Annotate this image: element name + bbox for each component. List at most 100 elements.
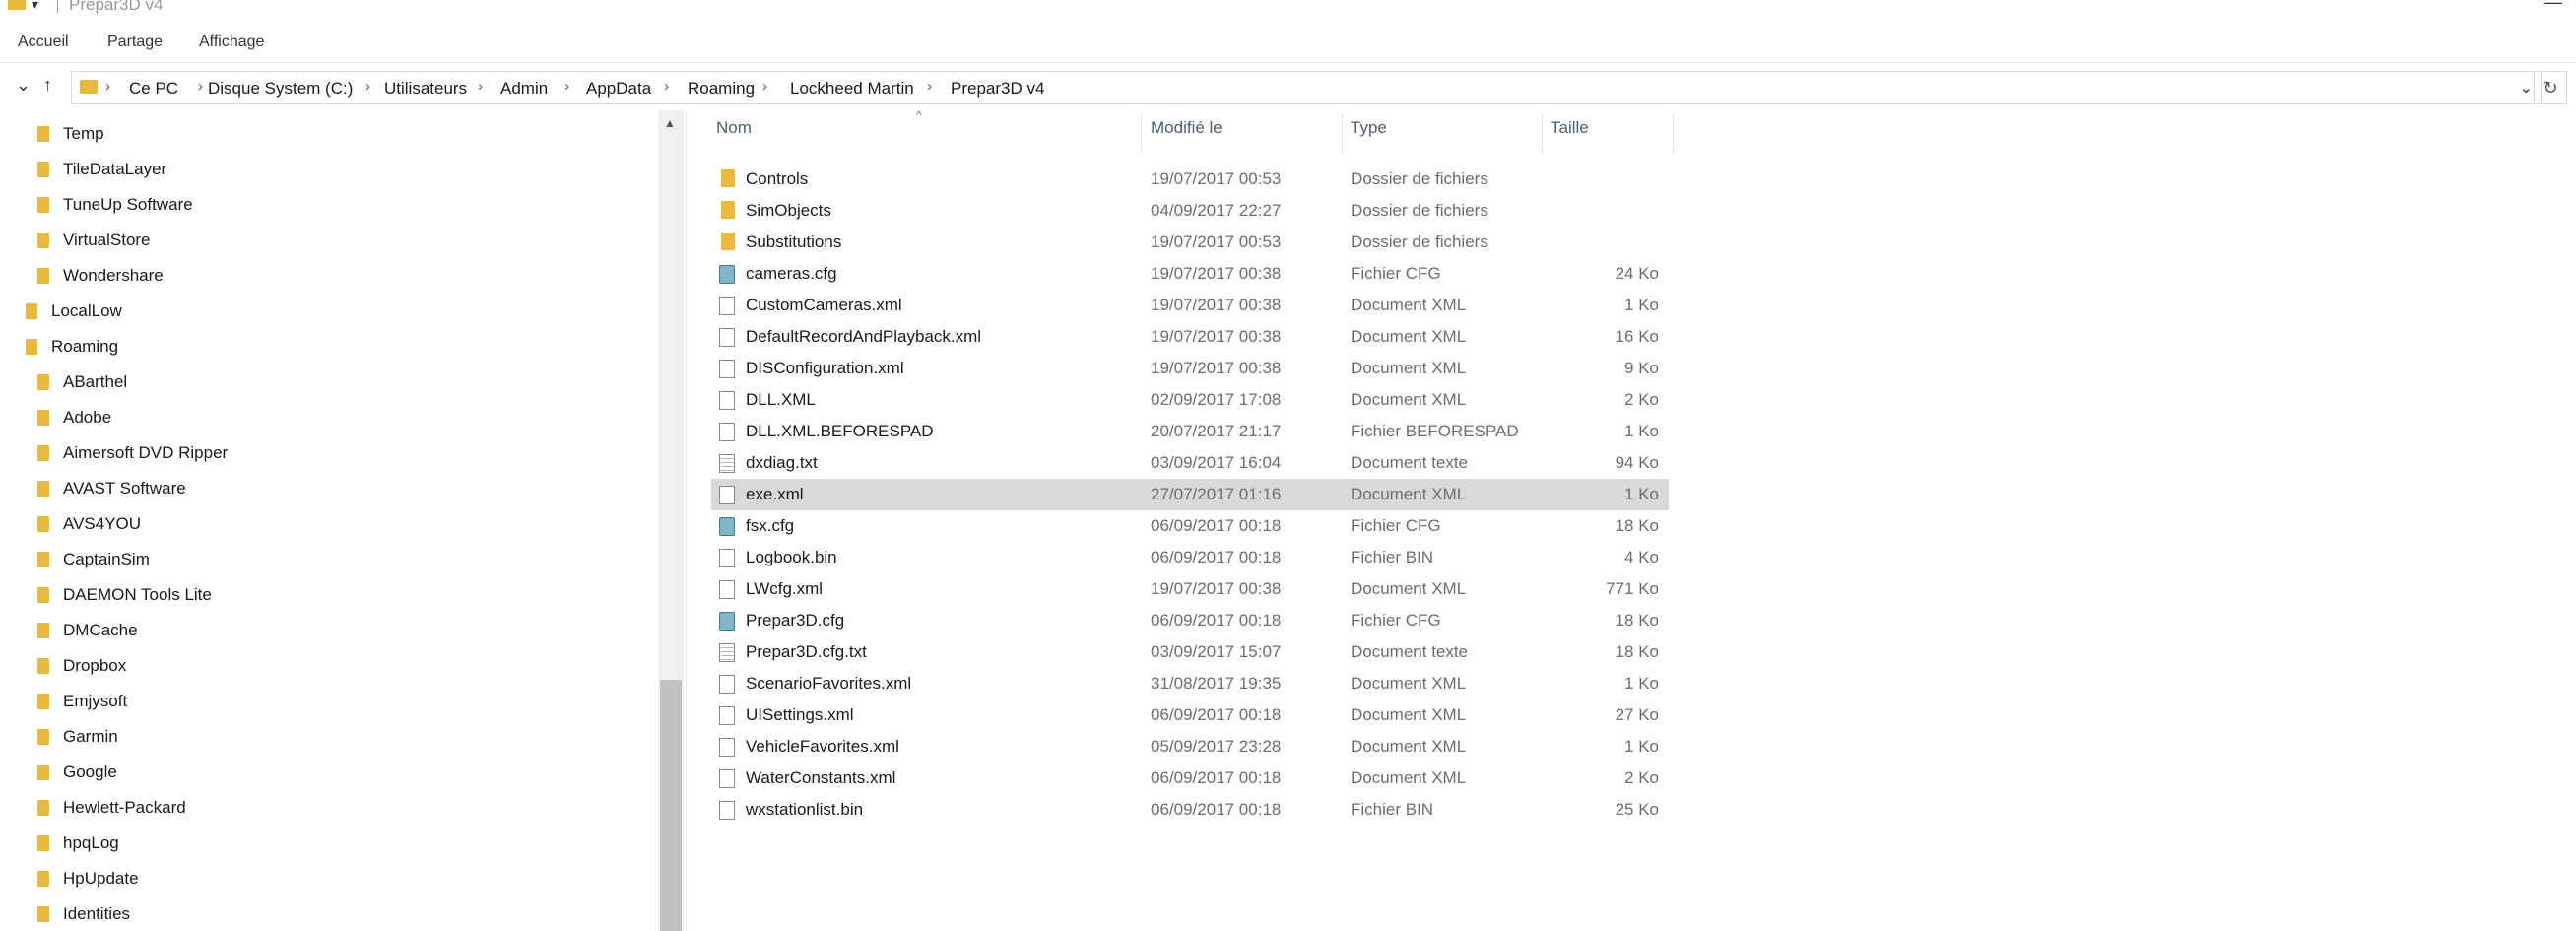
recent-locations-chevron-icon[interactable]: ⌄ [16, 75, 31, 96]
tree-item-label: DAEMON Tools Lite [63, 585, 212, 604]
file-date-modified: 19/07/2017 00:38 [1151, 296, 1282, 314]
file-name: WaterConstants.xml [746, 768, 896, 787]
file-date-modified: 04/09/2017 22:27 [1151, 201, 1282, 220]
folder-icon [80, 80, 98, 94]
file-row[interactable]: DLL.XML 02/09/2017 17:08 Document XML 2 Ko [711, 384, 1669, 416]
breadcrumb-roaming[interactable]: Roaming [688, 79, 755, 99]
breadcrumb-disque-system[interactable]: Disque System (C:) [208, 79, 353, 99]
breadcrumb-separator: › [927, 78, 932, 95]
file-date-modified: 20/07/2017 21:17 [1151, 422, 1282, 440]
file-date-modified: 19/07/2017 00:53 [1151, 233, 1282, 251]
file-name: LWcfg.xml [746, 579, 824, 598]
file-type: Document XML [1351, 674, 1467, 693]
scroll-up-arrow-icon[interactable]: ▲ [664, 116, 676, 130]
file-row[interactable]: UISettings.xml 06/09/2017 00:18 Document X… [711, 699, 1669, 731]
pane-divider[interactable] [686, 110, 687, 931]
file-type: Dossier de fichiers [1351, 233, 1488, 251]
file-type: Dossier de fichiers [1351, 201, 1488, 220]
file-icon [719, 769, 735, 788]
file-size: 1 Ko [1624, 296, 1659, 314]
tree-item-label: Identities [63, 904, 131, 923]
file-row[interactable]: Logbook.bin 06/09/2017 00:18 Fichier BIN 4 … [711, 542, 1669, 573]
file-date-modified: 06/09/2017 00:18 [1151, 611, 1282, 630]
file-date-modified: 06/09/2017 00:18 [1151, 516, 1282, 535]
folder-icon [37, 481, 49, 497]
file-row[interactable]: wxstationlist.bin 06/09/2017 00:18 Fichier… [711, 794, 1669, 826]
column-separator[interactable] [1542, 114, 1543, 154]
file-row[interactable]: fsx.cfg 06/09/2017 00:18 Fichier CFG 18 Ko [711, 510, 1669, 542]
file-date-modified: 06/09/2017 00:18 [1151, 768, 1282, 787]
navigation-scrollbar[interactable]: ▲ [658, 110, 684, 931]
cfg-file-icon [719, 265, 735, 284]
file-name: SimObjects [746, 201, 831, 220]
file-date-modified: 31/08/2017 19:35 [1151, 674, 1282, 693]
breadcrumb-lockheed-martin[interactable]: Lockheed Martin [790, 79, 914, 99]
breadcrumb-utilisateurs[interactable]: Utilisateurs [384, 79, 467, 99]
column-header-name[interactable]: Nom [716, 118, 752, 152]
breadcrumb-appdata[interactable]: AppData [586, 79, 651, 99]
breadcrumb-prepar3d-v4[interactable]: Prepar3D v4 [951, 79, 1044, 99]
file-row[interactable]: SimObjects 04/09/2017 22:27 Dossier de fic… [711, 195, 1669, 227]
file-row[interactable]: ScenarioFavorites.xml 31/08/2017 19:35 Doc… [711, 668, 1669, 699]
up-arrow-icon[interactable]: ↑ [43, 75, 52, 96]
quick-access-dropdown[interactable]: ▾ [32, 0, 38, 13]
file-size: 27 Ko [1615, 705, 1659, 724]
file-row[interactable]: DLL.XML.BEFORESPAD 20/07/2017 21:17 Fichie… [711, 416, 1669, 447]
column-header-size[interactable]: Taille [1551, 118, 1589, 152]
file-type: Document XML [1351, 390, 1467, 409]
file-row[interactable]: Prepar3D.cfg 06/09/2017 00:18 Fichier CFG 1… [711, 605, 1669, 636]
file-row[interactable]: VehicleFavorites.xml 05/09/2017 23:28 Docu… [711, 731, 1669, 763]
folder-icon [37, 445, 49, 461]
address-bar[interactable]: › Ce PC › Disque System (C:) › Utilisate… [71, 71, 2542, 104]
breadcrumb-admin[interactable]: Admin [500, 79, 548, 99]
tree-item-label: Wondershare [63, 266, 164, 285]
file-row[interactable]: DefaultRecordAndPlayback.xml 19/07/2017 0… [711, 321, 1669, 353]
file-row[interactable]: DISConfiguration.xml 19/07/2017 00:38 Docu… [711, 353, 1669, 384]
file-row[interactable]: cameras.cfg 19/07/2017 00:38 Fichier CFG 24… [711, 258, 1669, 290]
refresh-button[interactable]: ↻ [2534, 71, 2567, 104]
column-separator[interactable] [1342, 114, 1343, 154]
file-row[interactable]: WaterConstants.xml 06/09/2017 00:18 Docume… [711, 763, 1669, 794]
file-size: 94 Ko [1615, 453, 1659, 472]
ribbon-tabs: Accueil Partage Affichage [0, 30, 2576, 63]
breadcrumb-ce-pc[interactable]: Ce PC [129, 79, 178, 99]
address-history-chevron-icon[interactable]: ⌄ [2520, 78, 2533, 98]
column-separator[interactable] [1673, 114, 1674, 154]
folder-icon [26, 339, 37, 355]
file-name: Prepar3D.cfg [746, 611, 845, 630]
folder-icon [37, 906, 49, 922]
file-row[interactable]: exe.xml 27/07/2017 01:16 Document XML 1 Ko [711, 479, 1669, 510]
tab-partage[interactable]: Partage [107, 33, 163, 51]
column-header-modified[interactable]: Modifié le [1151, 118, 1222, 152]
tab-accueil[interactable]: Accueil [18, 33, 69, 51]
file-icon [719, 486, 735, 504]
file-row[interactable]: Prepar3D.cfg.txt 03/09/2017 15:07 Document… [711, 636, 1669, 668]
file-size: 1 Ko [1624, 674, 1659, 693]
minimize-button[interactable]: — [2544, 0, 2562, 13]
tree-item-label: HpUpdate [63, 869, 139, 888]
folder-icon [37, 374, 49, 390]
tree-item-label: Garmin [63, 727, 118, 746]
file-name: Controls [746, 169, 809, 188]
folder-icon [37, 871, 49, 887]
file-row[interactable]: Controls 19/07/2017 00:53 Dossier de fichi… [711, 164, 1669, 195]
file-type: Document XML [1351, 579, 1467, 598]
file-type: Document XML [1351, 737, 1467, 756]
tree-item-label: CaptainSim [63, 550, 150, 568]
file-row[interactable]: CustomCameras.xml 19/07/2017 00:38 Documen… [711, 290, 1669, 321]
tree-item-label: LocalLow [51, 301, 122, 320]
file-icon [719, 801, 735, 820]
column-separator[interactable] [1141, 114, 1142, 154]
tab-affichage[interactable]: Affichage [199, 33, 264, 51]
column-header-type[interactable]: Type [1351, 118, 1387, 152]
scrollbar-thumb[interactable] [660, 680, 682, 931]
file-date-modified: 19/07/2017 00:53 [1151, 169, 1282, 188]
file-row[interactable]: Substitutions 19/07/2017 00:53 Dossier de … [711, 227, 1669, 258]
text-file-icon [719, 643, 735, 662]
file-row[interactable]: dxdiag.txt 03/09/2017 16:04 Document texte… [711, 447, 1669, 479]
file-name: UISettings.xml [746, 705, 854, 724]
title-separator [57, 0, 58, 13]
file-row[interactable]: LWcfg.xml 19/07/2017 00:38 Document XML 771… [711, 573, 1669, 605]
file-date-modified: 19/07/2017 00:38 [1151, 327, 1282, 346]
file-name: DISConfiguration.xml [746, 359, 904, 377]
